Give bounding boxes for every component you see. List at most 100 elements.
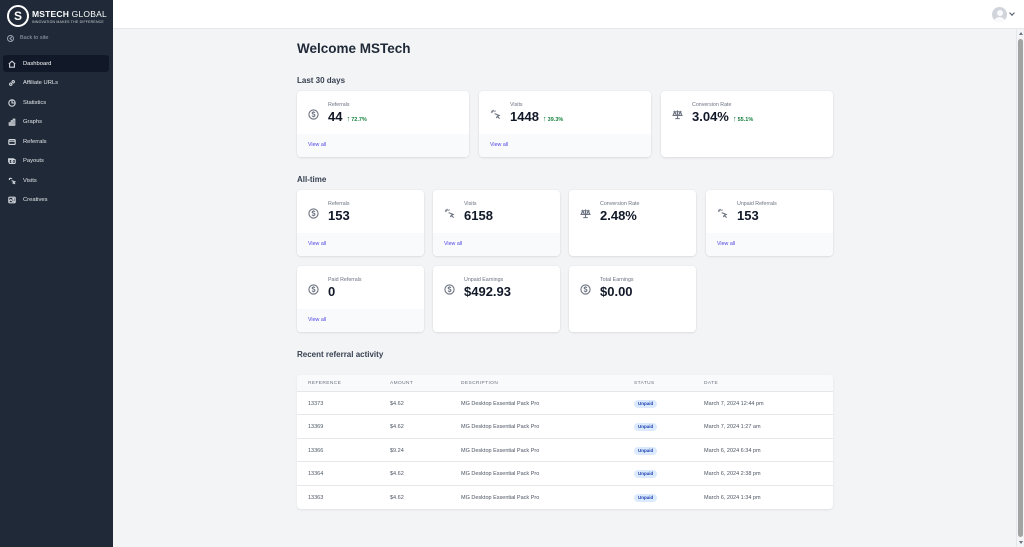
stat-card-total-earnings: Total Earnings $0.00 — [569, 266, 696, 332]
column-header-description: DESCRIPTION — [461, 381, 499, 386]
home-icon — [8, 59, 16, 68]
currency-dollar-icon — [308, 107, 319, 120]
arrow-up-icon: ↑ — [346, 114, 351, 123]
last-30-days-heading: Last 30 days — [297, 76, 346, 85]
brand-logo[interactable]: S MSTECH GLOBAL INNOVATION MAKES THE DIF… — [7, 4, 107, 28]
table-row: 13366 $9.24 MG Desktop Essential Pack Pr… — [297, 439, 833, 463]
stat-value: 44 — [328, 109, 343, 124]
stat-label: Conversion Rate — [692, 102, 732, 108]
currency-dollar-icon — [308, 206, 319, 219]
currency-dollar-icon — [580, 282, 591, 295]
brand-name: MSTECH GLOBAL — [32, 8, 107, 19]
sidebar-item-dashboard[interactable]: Dashboard — [3, 55, 109, 72]
stat-card-conversion-all: Conversion Rate 2.48% — [569, 190, 696, 256]
sidebar-item-affiliate-urls[interactable]: Affiliate URLs — [3, 75, 109, 92]
sidebar-item-statistics[interactable]: Statistics — [3, 94, 109, 111]
view-all-link[interactable]: View all — [308, 317, 326, 323]
stat-value: 153 — [737, 208, 759, 223]
sidebar: S MSTECH GLOBAL INNOVATION MAKES THE DIF… — [0, 0, 113, 547]
stat-label: Unpaid Earnings — [464, 277, 504, 283]
view-all-link[interactable]: View all — [308, 142, 326, 148]
cell-amount: $4.62 — [390, 494, 404, 501]
link-icon — [9, 80, 15, 86]
back-to-site-link[interactable]: Back to site — [7, 33, 48, 43]
view-all-link[interactable]: View all — [444, 241, 462, 247]
cell-date: March 6, 2024 2:38 pm — [704, 471, 761, 478]
stat-change: ↑ 39.3% — [542, 114, 564, 123]
scroll-up-arrow-icon[interactable] — [1019, 32, 1023, 35]
back-to-site-label: Back to site — [20, 35, 49, 41]
table-row: 13369 $4.62 MG Desktop Essential Pack Pr… — [297, 415, 833, 439]
cell-amount: $4.62 — [390, 424, 404, 431]
column-header-reference: REFERENCE — [308, 381, 342, 386]
scale-icon — [580, 206, 591, 219]
stat-label: Visits — [464, 201, 477, 207]
stat-value: 1448 — [510, 109, 539, 124]
status-badge: Unpaid — [634, 423, 658, 432]
sidebar-item-graphs[interactable]: Graphs — [3, 114, 109, 131]
sidebar-item-label: Affiliate URLs — [23, 80, 59, 86]
cell-description: MG Desktop Essential Pack Pro — [461, 401, 540, 407]
referral-activity-table: REFERENCE AMOUNT DESCRIPTION STATUS DATE… — [297, 375, 833, 509]
chevron-down-icon[interactable] — [1009, 10, 1015, 16]
cash-icon — [8, 158, 16, 164]
stat-value: 153 — [328, 208, 350, 223]
recent-activity-heading: Recent referral activity — [297, 350, 384, 359]
stat-value: 0 — [328, 284, 336, 299]
stat-value: 6158 — [464, 208, 493, 223]
status-badge: Unpaid — [634, 470, 658, 479]
logo-text: MSTECH GLOBAL INNOVATION MAKES THE DIFFE… — [32, 9, 107, 24]
table-row: 13373 $4.62 MG Desktop Essential Pack Pr… — [297, 392, 833, 416]
stat-card-visits-all: Visits 6158 View all — [433, 190, 560, 256]
scroll-thumb[interactable] — [1018, 39, 1023, 537]
cell-amount: $9.24 — [390, 447, 404, 454]
sidebar-item-label: Visits — [23, 177, 37, 184]
sidebar-item-visits[interactable]: Visits — [3, 172, 109, 189]
view-all-link[interactable]: View all — [308, 241, 326, 247]
cell-description: MG Desktop Essential Pack Pro — [461, 494, 540, 501]
arrow-up-icon: ↑ — [732, 114, 737, 123]
stat-label: Total Earnings — [600, 277, 634, 283]
stat-card-referrals-30d: Referrals 44 ↑ 72.7% View all — [297, 91, 469, 157]
table-header: REFERENCE AMOUNT DESCRIPTION STATUS DATE — [297, 375, 833, 392]
cursor-click-icon — [490, 107, 501, 120]
stat-label: Unpaid Referrals — [737, 201, 777, 207]
sidebar-item-label: Statistics — [23, 99, 47, 106]
scroll-down-arrow-icon[interactable] — [1019, 541, 1023, 544]
cell-date: March 7, 2024 1:27 am — [704, 424, 761, 431]
sidebar-item-label: Referrals — [23, 138, 47, 145]
currency-dollar-icon — [308, 282, 319, 295]
page-scrollbar[interactable] — [1016, 29, 1024, 547]
cell-amount: $4.62 — [390, 401, 404, 407]
sidebar-item-payouts[interactable]: Payouts — [3, 153, 109, 170]
column-header-date: DATE — [704, 381, 719, 386]
cursor-click-icon — [444, 206, 455, 219]
view-all-link[interactable]: View all — [490, 142, 508, 148]
stat-card-unpaid-earnings: Unpaid Earnings $492.93 — [433, 266, 560, 332]
status-badge: Unpaid — [634, 400, 658, 408]
sidebar-item-referrals[interactable]: Referrals — [3, 133, 109, 150]
pie-chart-icon — [8, 98, 16, 107]
cell-description: MG Desktop Essential Pack Pro — [461, 447, 540, 454]
sidebar-nav: Dashboard Affiliate URLs Statistics Grap… — [3, 55, 109, 211]
cell-reference: 13366 — [308, 447, 324, 454]
sidebar-item-label: Creatives — [23, 197, 48, 203]
top-bar — [113, 0, 1024, 29]
stat-value: $0.00 — [600, 284, 633, 299]
stat-value: 2.48% — [600, 208, 637, 223]
bar-chart-icon — [8, 118, 16, 126]
stat-card-conversion-30d: Conversion Rate 3.04% ↑ 55.1% — [661, 91, 833, 157]
cell-reference: 13363 — [308, 494, 324, 501]
user-avatar[interactable] — [992, 7, 1007, 22]
scale-icon — [672, 107, 683, 120]
cursor-click-icon — [717, 206, 728, 219]
stat-card-referrals-all: Referrals 153 View all — [297, 190, 424, 256]
status-badge: Unpaid — [634, 493, 658, 502]
sidebar-item-creatives[interactable]: Creatives — [3, 192, 109, 209]
arrow-circle-left-icon — [7, 34, 14, 42]
cell-date: March 6, 2024 6:34 pm — [704, 447, 761, 454]
view-all-link[interactable]: View all — [717, 241, 735, 247]
stat-label: Referrals — [328, 201, 350, 207]
cell-date: March 6, 2024 1:34 pm — [704, 494, 761, 501]
status-badge: Unpaid — [634, 446, 658, 455]
